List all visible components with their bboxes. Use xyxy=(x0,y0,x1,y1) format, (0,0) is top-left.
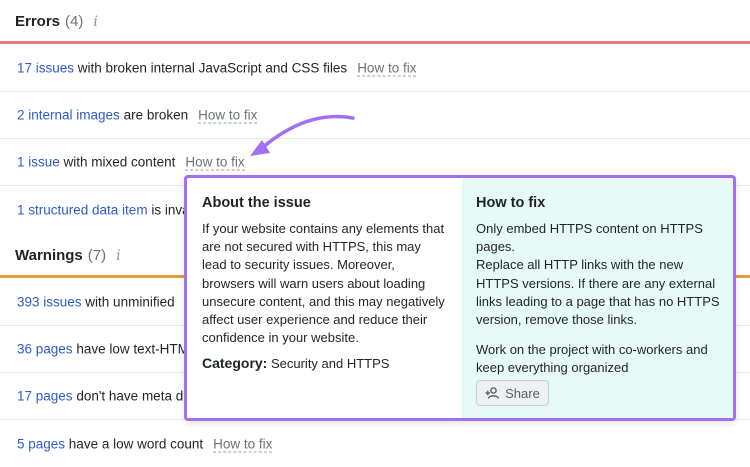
share-button[interactable]: Share xyxy=(476,380,549,406)
error-row-text: 1 issue with mixed content How to fix xyxy=(17,154,245,171)
how-to-fix-title: How to fix xyxy=(476,195,546,211)
issue-description: have a low word count xyxy=(65,436,204,451)
warning-row-text: 393 issues with unminified xyxy=(17,295,175,310)
warnings-title: Warnings (7) i xyxy=(15,247,121,264)
add-user-icon xyxy=(485,387,500,399)
issue-description: have low text-HTM xyxy=(72,341,189,357)
info-icon[interactable]: i xyxy=(93,14,97,30)
warnings-title-label: Warnings xyxy=(15,247,83,264)
errors-divider xyxy=(0,41,750,44)
errors-count: (4) xyxy=(65,13,84,30)
issue-link[interactable]: 36 pages xyxy=(17,342,73,357)
warning-row: 5 pages have a low word count How to fix xyxy=(0,420,750,467)
error-row-text: 17 issues with broken internal JavaScrip… xyxy=(17,60,417,77)
errors-title: Errors (4) i xyxy=(15,13,98,30)
issue-description: with unminified xyxy=(81,294,175,310)
share-label: Share xyxy=(505,385,540,401)
how-to-fix-panel: How to fix Only embed HTTPS content on H… xyxy=(462,178,733,418)
issue-link[interactable]: 17 pages xyxy=(17,389,73,404)
about-issue-panel: About the issue If your website contains… xyxy=(187,178,462,418)
category: Category: Security and HTTPS xyxy=(202,355,447,371)
how-to-fix-text-1: Only embed HTTPS content on HTTPS pages. xyxy=(476,221,703,255)
how-to-fix-text-2: Replace all HTTP links with the new HTTP… xyxy=(476,257,720,328)
annotation-arrow-icon xyxy=(250,114,355,156)
issue-link[interactable]: 5 pages xyxy=(17,436,65,451)
warning-row-text: 17 pages don't have meta d xyxy=(17,389,183,404)
issue-description: with broken internal JavaScript and CSS … xyxy=(74,60,348,76)
how-to-fix-link[interactable]: How to fix xyxy=(185,154,245,171)
how-to-fix-link[interactable]: How to fix xyxy=(213,436,273,452)
error-row-text: 1 structured data item is inva xyxy=(17,202,190,217)
issue-description: with mixed content xyxy=(59,154,176,170)
issue-link[interactable]: 393 issues xyxy=(17,295,82,310)
warnings-count: (7) xyxy=(87,247,107,264)
error-row: 17 issues with broken internal JavaScrip… xyxy=(0,45,750,92)
errors-title-label: Errors xyxy=(15,13,61,30)
how-to-fix-link[interactable]: How to fix xyxy=(357,60,417,77)
errors-section-header: Errors (4) i xyxy=(0,0,750,44)
collaboration-text: Work on the project with co-workers and … xyxy=(476,342,708,376)
category-label: Category: xyxy=(202,355,268,372)
category-value: Security and HTTPS xyxy=(267,356,390,372)
error-row-text: 2 internal images are broken How to fix xyxy=(17,107,258,124)
issue-popup: About the issue If your website contains… xyxy=(184,175,736,421)
about-issue-title: About the issue xyxy=(202,195,311,211)
info-icon[interactable]: i xyxy=(116,248,120,264)
issue-link[interactable]: 17 issues xyxy=(17,61,74,76)
warning-row-text: 36 pages have low text-HTM xyxy=(17,342,189,357)
issue-description: are broken xyxy=(119,107,189,123)
issue-description: don't have meta d xyxy=(72,388,184,404)
warning-row-text: 5 pages have a low word count How to fix xyxy=(17,436,273,452)
issue-link[interactable]: 2 internal images xyxy=(17,108,120,123)
error-row: 2 internal images are broken How to fix xyxy=(0,92,750,139)
about-issue-text: If your website contains any elements th… xyxy=(202,221,445,346)
issue-link[interactable]: 1 structured data item xyxy=(17,202,148,217)
issue-link[interactable]: 1 issue xyxy=(17,155,60,170)
